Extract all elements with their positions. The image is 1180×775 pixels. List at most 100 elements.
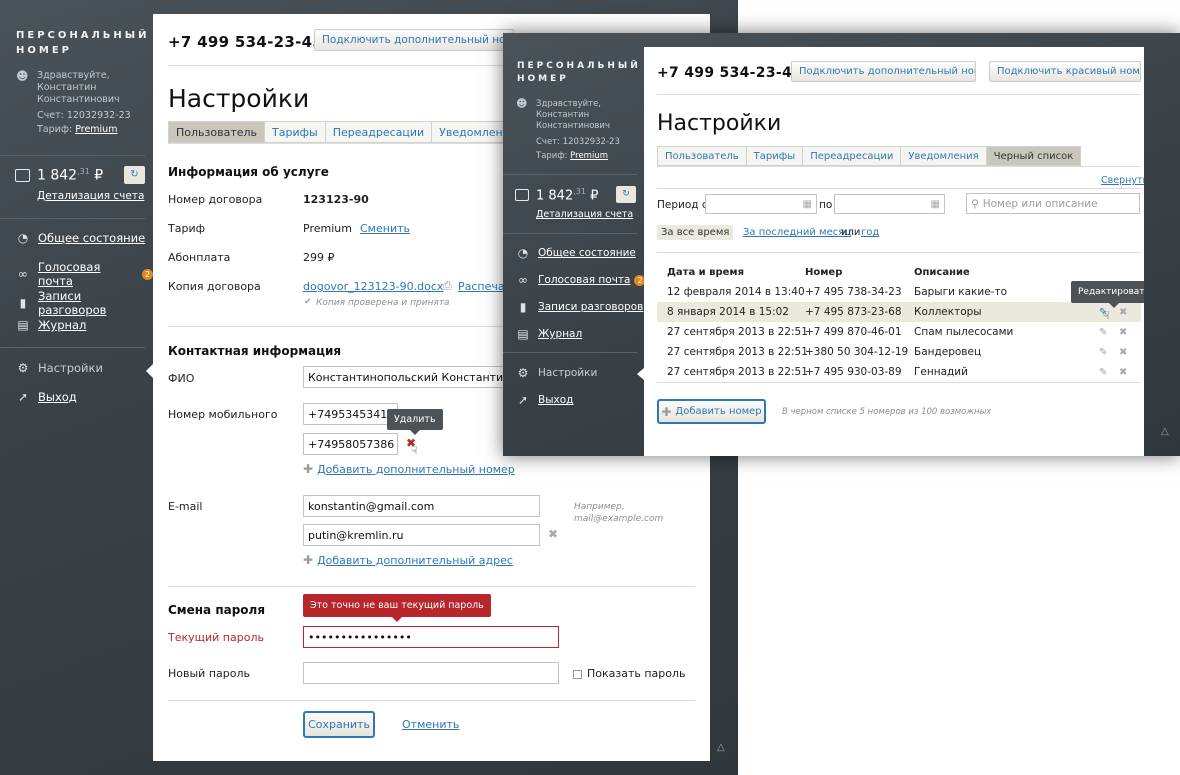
exit-icon: ➚ xyxy=(17,390,29,404)
current-password-input[interactable]: •••••••••••••••• xyxy=(303,626,559,648)
filter-last-month[interactable]: За последний месяц xyxy=(743,227,851,238)
add-email-link[interactable]: Добавить дополнительный адрес xyxy=(317,554,513,567)
mobile-input-2[interactable]: +74958057386 xyxy=(303,433,398,455)
tariff-change-link[interactable]: Сменить xyxy=(360,222,410,235)
add-blacklist-number-button[interactable]: ✚ Добавить номер xyxy=(657,399,766,424)
collapse-link[interactable]: Свернуть xyxy=(1101,175,1144,186)
tab-blacklist[interactable]: Черный список xyxy=(986,146,1082,166)
show-password-label: Показать пароль xyxy=(587,667,686,680)
period-to-input[interactable]: ▦ xyxy=(834,194,945,214)
nav-item-recordings[interactable]: ▮ Записи разговоров xyxy=(516,300,644,314)
tab-forwarding[interactable]: Переадресации xyxy=(325,121,433,143)
tariff-link[interactable]: Premium xyxy=(75,124,117,135)
new-password-input[interactable] xyxy=(303,662,559,684)
email-input-2[interactable]: putin@kremlin.ru xyxy=(303,524,540,546)
row-number: +7 495 873-23-68 xyxy=(805,306,902,318)
table-row[interactable]: 27 сентября 2013 в 22:51 +7 499 870-46-0… xyxy=(657,322,1141,342)
scroll-up-icon[interactable]: △ xyxy=(1161,426,1169,437)
scroll-up-icon[interactable]: △ xyxy=(717,742,725,753)
user-last-name: Константинович xyxy=(37,94,120,105)
delete-icon[interactable]: ✖ xyxy=(1119,367,1127,378)
calendar-icon[interactable]: ▦ xyxy=(803,199,812,210)
nav-label: Настройки xyxy=(538,367,598,379)
row-description: Бандеровец xyxy=(914,346,982,358)
edit-pencil-icon[interactable]: ✎ xyxy=(1099,367,1107,378)
nav-item-overview[interactable]: ◔ Общее состояние xyxy=(16,231,145,245)
tab-user[interactable]: Пользователь xyxy=(168,121,266,143)
section-divider xyxy=(168,700,695,701)
nav-item-journal[interactable]: ▤ Журнал xyxy=(516,327,582,341)
add-mobile-link[interactable]: Добавить дополнительный номер xyxy=(317,463,515,476)
period-to-label: по xyxy=(819,199,833,211)
pay-button[interactable]: ↻ xyxy=(616,186,636,203)
balance-currency: ₽ xyxy=(590,188,599,204)
gear-icon: ⚙ xyxy=(517,366,529,380)
show-password-checkbox[interactable] xyxy=(573,670,582,679)
table-row[interactable]: 27 сентября 2013 в 22:51 +380 50 304-12-… xyxy=(657,342,1141,362)
divider xyxy=(0,155,145,156)
sidebar: ПЕРСОНАЛЬНЫЙ НОМЕР ☻ Здравствуйте, Конст… xyxy=(0,0,153,775)
nav-label: Настройки xyxy=(38,361,103,375)
edit-tooltip: Редактировать xyxy=(1071,281,1144,308)
tab-tariffs[interactable]: Тарифы xyxy=(265,121,326,143)
tab-forwarding[interactable]: Переадресации xyxy=(803,146,902,166)
search-input[interactable]: ⚲ Номер или описание xyxy=(966,193,1140,214)
nav-label: Общее состояние xyxy=(38,231,146,245)
tariff-link[interactable]: Premium xyxy=(570,151,608,161)
email-input-1[interactable]: konstantin@gmail.com xyxy=(303,495,540,517)
edit-pencil-icon[interactable]: ✎ xyxy=(1099,347,1107,358)
row-date: 27 сентября 2013 в 22:51 xyxy=(667,366,808,378)
nav-item-settings[interactable]: ⚙ Настройки xyxy=(516,366,598,380)
brand-line2: НОМЕР xyxy=(16,45,72,56)
nav-item-exit[interactable]: ➚ Выход xyxy=(16,390,77,404)
page-title: Настройки xyxy=(168,84,310,113)
blacklist-card: +7 499 534-23-45 Подключить дополнительн… xyxy=(644,47,1144,456)
nav-item-overview[interactable]: ◔ Общее состояние xyxy=(516,246,636,260)
edit-pencil-icon[interactable]: ✎ xyxy=(1099,327,1107,338)
tab-notifications[interactable]: Уведомления xyxy=(901,146,987,166)
account-number: Счет: 12032932-23 xyxy=(536,137,620,147)
contacts-section-title: Контактная информация xyxy=(168,344,342,358)
nav-item-journal[interactable]: ▤ Журнал xyxy=(16,318,86,332)
tab-tariffs[interactable]: Тарифы xyxy=(746,146,804,166)
user-greeting: Здравствуйте, Константин Константинович xyxy=(536,99,610,132)
contract-file-link[interactable]: dogovor_123123-90.docx xyxy=(303,280,443,293)
email-hint-line1: Например, xyxy=(574,502,625,512)
save-button[interactable]: Сохранить xyxy=(303,711,375,738)
add-number-button[interactable]: Подключить дополнительный номер xyxy=(791,61,976,82)
fee-label: Абонплата xyxy=(168,251,231,264)
nav-item-exit[interactable]: ➚ Выход xyxy=(516,393,573,407)
tab-user[interactable]: Пользователь xyxy=(657,146,747,166)
delete-icon[interactable]: ✖ xyxy=(1119,327,1127,338)
nav-item-voicemail[interactable]: ∞ Голосовая почта 2 xyxy=(516,273,646,287)
add-number-button[interactable]: Подключить дополнительный номер xyxy=(314,29,514,51)
nav-item-recordings[interactable]: ▮ Записи разговоров xyxy=(16,289,153,317)
balance-detail-link[interactable]: Детализация счета xyxy=(37,190,144,202)
table-row[interactable]: 12 февраля 2014 в 13:40 +7 495 738-34-23… xyxy=(657,282,1141,302)
user-first-name: Константин xyxy=(536,110,590,120)
new-password-label: Новый пароль xyxy=(168,667,250,680)
table-row[interactable]: 27 сентября 2013 в 22:51 +7 495 930-03-8… xyxy=(657,362,1141,382)
cancel-link[interactable]: Отменить xyxy=(402,718,459,731)
calendar-icon[interactable]: ▦ xyxy=(931,199,940,210)
balance-detail-link[interactable]: Детализация счета xyxy=(536,209,633,220)
period-from-input[interactable]: ▦ xyxy=(705,194,817,214)
balance: 1 842,31 ₽ xyxy=(536,187,598,203)
filter-year[interactable]: год xyxy=(861,227,879,238)
nav-item-voicemail[interactable]: ∞ Голосовая почта 2 xyxy=(16,260,153,288)
row-date: 8 января 2014 в 15:02 xyxy=(667,306,789,318)
pay-button[interactable]: ↻ xyxy=(124,166,145,184)
delete-icon[interactable]: ✖ xyxy=(1119,347,1127,358)
plus-icon: ✚ xyxy=(661,404,672,419)
row-number: +7 495 738-34-23 xyxy=(805,286,902,298)
delete-icon[interactable]: ✖ xyxy=(1119,307,1127,318)
nav-label: Записи разговоров xyxy=(37,289,107,317)
nice-number-button[interactable]: Подключить красивый номер xyxy=(989,61,1141,82)
mobile-input-1[interactable]: +74953453412 xyxy=(303,403,398,425)
delete-email-icon[interactable]: ✖ xyxy=(548,527,558,541)
balance-currency: ₽ xyxy=(94,167,104,184)
table-row[interactable]: 8 января 2014 в 15:02 +7 495 873-23-68 К… xyxy=(657,302,1141,322)
nav-item-settings[interactable]: ⚙ Настройки xyxy=(16,361,103,375)
filter-all-time[interactable]: За все время xyxy=(657,225,734,240)
delete-tooltip: Удалить xyxy=(387,409,443,435)
